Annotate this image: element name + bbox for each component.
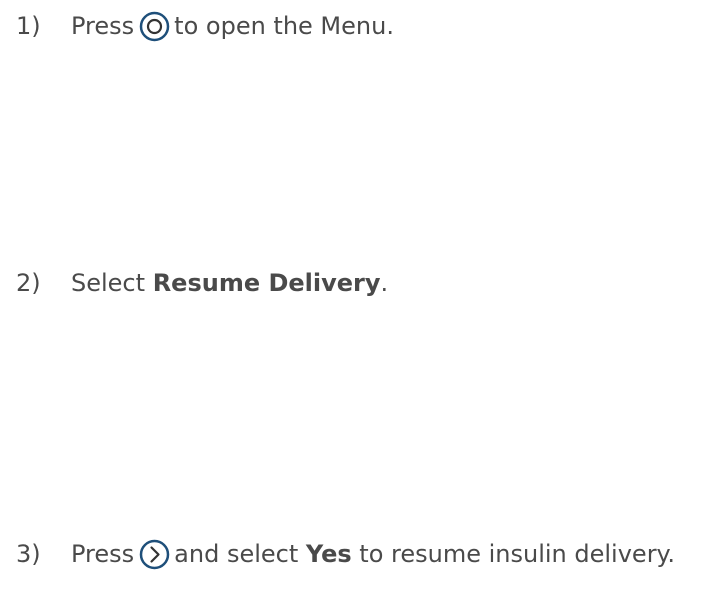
step-3: 3) Press and select Yes to resume insuli…	[16, 538, 675, 570]
right-arrow-button-icon	[139, 539, 170, 570]
step-text-middle: and select	[174, 540, 299, 568]
step-number: 3)	[16, 540, 41, 568]
step-text-after: to resume insulin delivery.	[359, 540, 675, 568]
circle-button-icon	[139, 11, 170, 42]
menu-option-resume-delivery: Resume Delivery	[152, 269, 381, 297]
step-text: Press and select Yes to resume insulin d…	[71, 538, 675, 570]
step-text: Select Resume Delivery.	[71, 267, 388, 299]
step-2: 2) Select Resume Delivery.	[16, 267, 388, 299]
step-text-before: Press	[71, 540, 135, 568]
step-text-after: to open the Menu.	[174, 12, 394, 40]
step-text-after: .	[380, 269, 389, 297]
step-text-before: Press	[71, 12, 135, 40]
step-text: Press to open the Menu.	[71, 10, 394, 42]
step-text-before: Select	[71, 269, 146, 297]
option-yes: Yes	[305, 540, 352, 568]
step-1: 1) Press to open the Menu.	[16, 10, 394, 42]
step-number: 1)	[16, 12, 41, 40]
step-number: 2)	[16, 269, 41, 297]
